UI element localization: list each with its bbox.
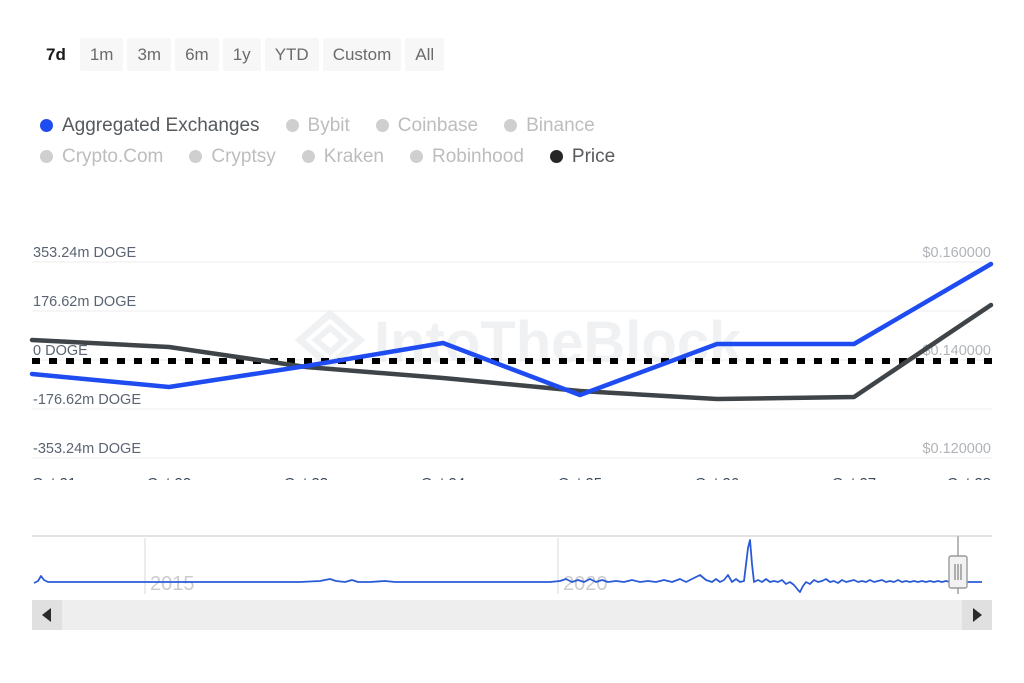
range-selector: 7d 1m 3m 6m 1y YTD Custom All [36, 38, 444, 71]
x-tick: Oct 22 [147, 475, 191, 480]
range-button-1y[interactable]: 1y [223, 38, 261, 71]
x-tick: Oct 27 [832, 475, 876, 480]
legend-label: Cryptsy [211, 147, 275, 166]
legend-item-cryptsy[interactable]: Cryptsy [189, 147, 275, 166]
y-axis-left-labels: 353.24m DOGE 176.62m DOGE 0 DOGE -176.62… [33, 245, 141, 457]
legend-item-kraken[interactable]: Kraken [302, 147, 384, 166]
x-tick: Oct 28 [947, 475, 991, 480]
legend-item-coinbase[interactable]: Coinbase [376, 116, 478, 135]
range-button-custom[interactable]: Custom [323, 38, 402, 71]
range-button-6m[interactable]: 6m [175, 38, 219, 71]
legend-dot-icon [504, 119, 517, 132]
chart-svg: IntoTheBlock 353.24m DOGE 176.62m DOGE 0… [0, 230, 1024, 480]
navigator-year-label: 2020 [563, 573, 608, 595]
y-left-tick: 176.62m DOGE [33, 294, 136, 310]
legend-row-2: Crypto.Com Cryptsy Kraken Robinhood Pric… [40, 141, 1000, 172]
legend-dot-icon [302, 150, 315, 163]
navigator-svg: 2015 2020 [0, 528, 1024, 643]
x-tick: Oct 24 [421, 475, 465, 480]
navigator-year-label: 2015 [150, 573, 195, 595]
legend-item-aggregated-exchanges[interactable]: Aggregated Exchanges [40, 116, 260, 135]
legend-label: Aggregated Exchanges [62, 116, 260, 135]
navigator-right-handle[interactable] [949, 556, 967, 588]
y-axis-right-labels: $0.160000 $0.140000 $0.120000 [922, 245, 991, 457]
legend-row-1: Aggregated Exchanges Bybit Coinbase Bina… [40, 110, 1000, 141]
x-axis-labels: Oct 21 Oct 22 Oct 23 Oct 24 Oct 25 Oct 2… [32, 475, 991, 480]
chart-navigator[interactable]: 2015 2020 [0, 528, 1024, 643]
legend-item-bybit[interactable]: Bybit [286, 116, 350, 135]
scrollbar-right-arrow-button[interactable] [962, 600, 992, 630]
legend-item-price[interactable]: Price [550, 147, 615, 166]
legend-item-crypto-com[interactable]: Crypto.Com [40, 147, 163, 166]
legend-dot-icon [376, 119, 389, 132]
legend-label: Kraken [324, 147, 384, 166]
x-tick: Oct 21 [32, 475, 76, 480]
legend-dot-icon [286, 119, 299, 132]
legend-dot-icon [410, 150, 423, 163]
y-left-tick: -353.24m DOGE [33, 441, 141, 457]
y-left-tick: -176.62m DOGE [33, 392, 141, 408]
legend-label: Binance [526, 116, 595, 135]
range-button-ytd[interactable]: YTD [265, 38, 319, 71]
watermark-label: IntoTheBlock [374, 310, 742, 375]
legend-dot-icon [550, 150, 563, 163]
y-right-tick: $0.160000 [922, 245, 991, 261]
legend-label: Crypto.Com [62, 147, 163, 166]
y-left-tick: 353.24m DOGE [33, 245, 136, 261]
legend-item-robinhood[interactable]: Robinhood [410, 147, 524, 166]
chart-page: 7d 1m 3m 6m 1y YTD Custom All Aggregated… [0, 0, 1024, 683]
x-tick: Oct 23 [284, 475, 328, 480]
range-button-3m[interactable]: 3m [127, 38, 171, 71]
legend-item-binance[interactable]: Binance [504, 116, 595, 135]
y-right-tick: $0.120000 [922, 441, 991, 457]
watermark: IntoTheBlock [300, 310, 742, 375]
x-tick: Oct 26 [695, 475, 739, 480]
legend-dot-icon [40, 150, 53, 163]
legend-label: Price [572, 147, 615, 166]
legend-dot-icon [40, 119, 53, 132]
legend-label: Coinbase [398, 116, 478, 135]
legend-dot-icon [189, 150, 202, 163]
main-chart[interactable]: IntoTheBlock 353.24m DOGE 176.62m DOGE 0… [0, 230, 1024, 480]
legend-label: Robinhood [432, 147, 524, 166]
scrollbar-left-arrow-button[interactable] [32, 600, 62, 630]
y-left-tick: 0 DOGE [33, 343, 88, 359]
scrollbar-track[interactable] [32, 600, 992, 630]
legend-label: Bybit [308, 116, 350, 135]
range-button-7d[interactable]: 7d [36, 38, 76, 71]
range-button-all[interactable]: All [405, 38, 444, 71]
chart-legend: Aggregated Exchanges Bybit Coinbase Bina… [40, 110, 1000, 172]
x-tick: Oct 25 [558, 475, 602, 480]
range-button-1m[interactable]: 1m [80, 38, 124, 71]
